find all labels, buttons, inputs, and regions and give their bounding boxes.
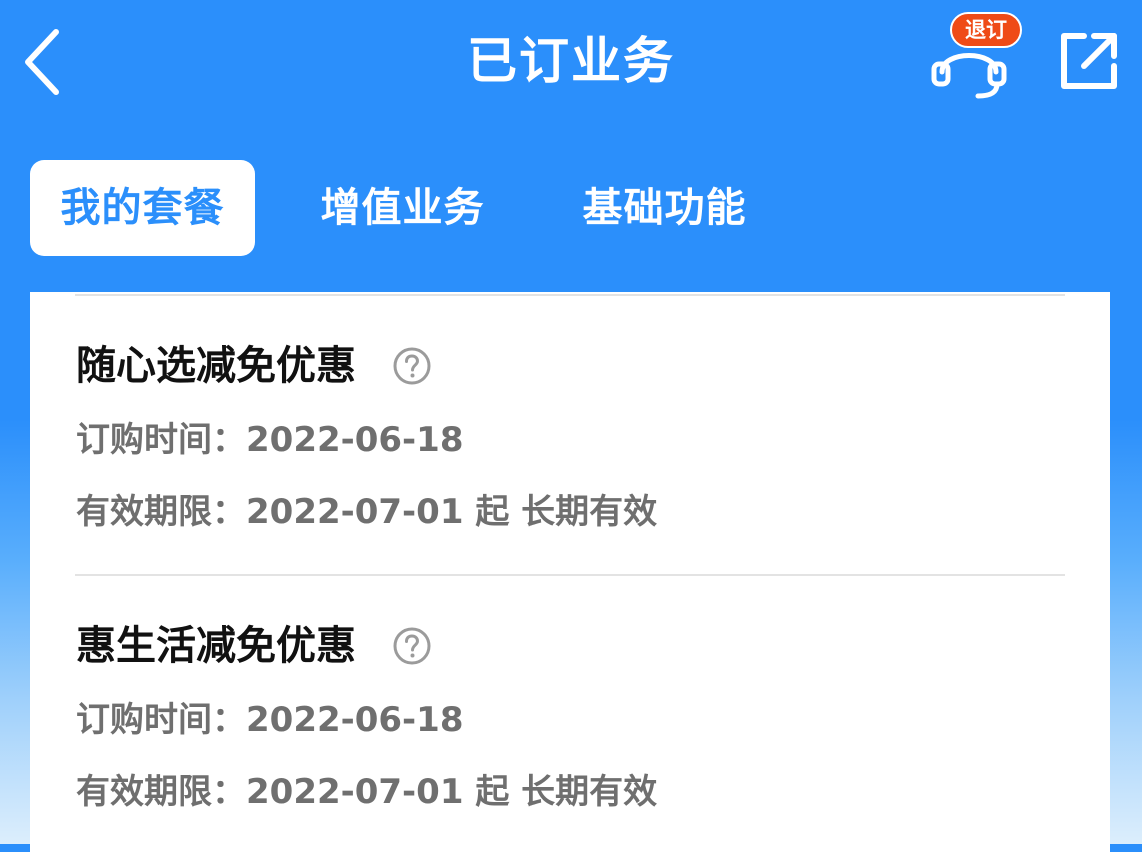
order-time-label: 订购时间： — [76, 420, 246, 460]
validity-row: 有效期限：2022-07-01 起 长期有效 — [76, 768, 657, 816]
order-time-label: 订购时间： — [76, 700, 246, 740]
tab-my-package[interactable]: 我的套餐 — [30, 160, 255, 256]
unsubscribe-badge[interactable]: 退订 — [950, 12, 1022, 48]
top-bar: 已订业务 退订 — [0, 0, 1142, 130]
order-time-row: 订购时间：2022-06-18 — [76, 416, 463, 464]
chevron-left-icon — [25, 29, 59, 95]
list-item: 惠生活减免优惠 订购时间：2022-06-18 有效期限：2022-07-01 … — [76, 618, 1066, 818]
question-circle-icon[interactable] — [392, 346, 432, 386]
divider — [75, 294, 1065, 296]
tab-basic-functions[interactable]: 基础功能 — [552, 160, 777, 256]
tab-bar: 我的套餐 增值业务 基础功能 — [0, 160, 1142, 256]
item-title: 随心选减免优惠 — [76, 343, 356, 389]
validity-value: 2022-07-01 起 长期有效 — [246, 772, 658, 812]
back-button[interactable] — [14, 24, 74, 100]
validity-label: 有效期限： — [76, 772, 246, 812]
share-external-icon — [1061, 33, 1117, 89]
order-time-value: 2022-06-18 — [246, 700, 464, 740]
validity-row: 有效期限：2022-07-01 起 长期有效 — [76, 488, 657, 536]
divider — [75, 574, 1065, 576]
order-time-row: 订购时间：2022-06-18 — [76, 696, 463, 744]
question-circle-icon[interactable] — [392, 626, 432, 666]
item-title: 惠生活减免优惠 — [76, 623, 356, 669]
validity-label: 有效期限： — [76, 492, 246, 532]
share-button[interactable] — [1054, 26, 1124, 96]
list-item: 随心选减免优惠 订购时间：2022-06-18 有效期限：2022-07-01 … — [76, 338, 1066, 538]
subscription-list: 随心选减免优惠 订购时间：2022-06-18 有效期限：2022-07-01 … — [30, 292, 1110, 852]
tab-value-added[interactable]: 增值业务 — [290, 160, 515, 256]
order-time-value: 2022-06-18 — [246, 420, 464, 460]
validity-value: 2022-07-01 起 长期有效 — [246, 492, 658, 532]
